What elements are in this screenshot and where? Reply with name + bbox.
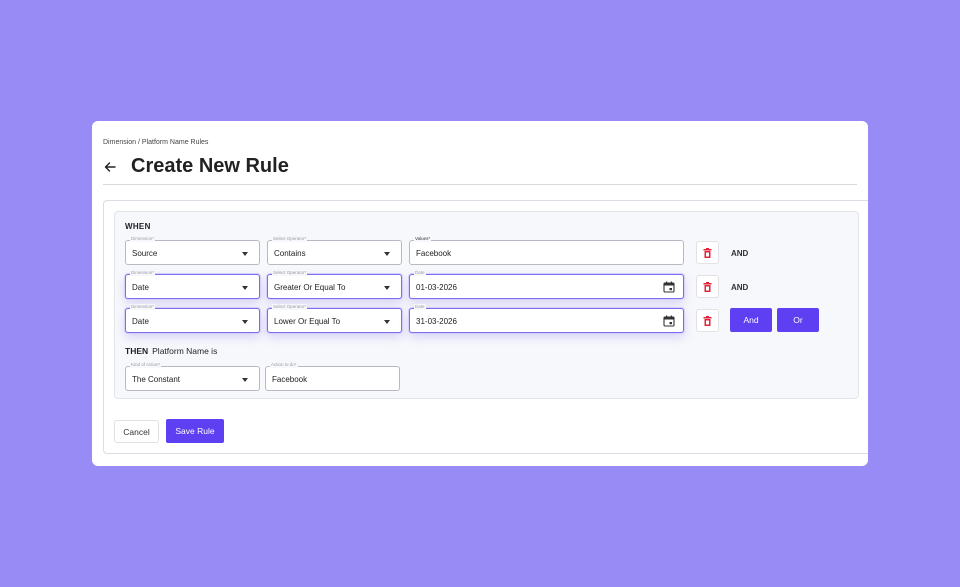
and-connector-1: AND [731, 249, 749, 258]
delete-condition-button-2[interactable] [696, 275, 719, 298]
dimension-label-1: Dimension* [130, 236, 156, 242]
operator-label-3: Select Operator* [272, 304, 308, 310]
trash-icon [703, 281, 712, 292]
operator-select-2[interactable]: Select Operator* Greater Or Equal To [267, 270, 402, 299]
trash-icon [703, 247, 712, 258]
rule-editor-card: Dimension / Platform Name Rules Create N… [92, 121, 868, 466]
calendar-icon[interactable] [663, 315, 675, 327]
then-label: THEN Platform Name is [125, 346, 217, 356]
dimension-select-1[interactable]: Dimension* Source [125, 236, 260, 265]
operator-label-1: Select Operator* [272, 236, 308, 242]
action-to-do-input[interactable]: Action to do* Facebook [265, 362, 400, 391]
operator-label-2: Select Operator* [272, 270, 308, 276]
delete-condition-button-1[interactable] [696, 241, 719, 264]
rule-form: WHEN Dimension* Source Select Operator* … [103, 200, 868, 454]
operator-select-1[interactable]: Select Operator* Contains [267, 236, 402, 265]
operator-value-3: Lower Or Equal To [274, 317, 341, 326]
dimension-value-1: Source [132, 249, 158, 258]
dimension-value-2: Date [132, 283, 149, 292]
dimension-label-3: Dimension* [130, 304, 156, 310]
caret-down-icon [242, 320, 248, 324]
operator-value-2: Greater Or Equal To [274, 283, 346, 292]
cancel-button[interactable]: Cancel [114, 420, 159, 443]
page-title: Create New Rule [131, 155, 289, 177]
and-connector-2: AND [731, 283, 749, 292]
caret-down-icon [242, 286, 248, 290]
date-value-3: 31-03-2026 [416, 317, 457, 326]
date-label-2: Date [414, 270, 426, 276]
save-rule-button[interactable]: Save Rule [166, 419, 224, 443]
action-to-do-label: Action to do* [270, 362, 298, 368]
then-keyword: THEN [125, 346, 149, 356]
date-label-3: Date [414, 304, 426, 310]
caret-down-icon [242, 378, 248, 382]
value-input-1[interactable]: Values* Facebook [409, 236, 684, 265]
value-label-1: Values* [414, 236, 432, 242]
dimension-label-2: Dimension* [130, 270, 156, 276]
kind-of-action-select[interactable]: Kind of Action* The Constant [125, 362, 260, 391]
date-input-2[interactable]: Date 01-03-2026 [409, 270, 684, 299]
dimension-select-3[interactable]: Dimension* Date [125, 304, 260, 333]
action-to-do-value: Facebook [272, 375, 308, 384]
date-value-2: 01-03-2026 [416, 283, 457, 292]
operator-value-1: Contains [274, 249, 306, 258]
operator-select-3[interactable]: Select Operator* Lower Or Equal To [267, 304, 402, 333]
rule-builder: WHEN Dimension* Source Select Operator* … [114, 211, 859, 399]
kind-of-action-label: Kind of Action* [130, 362, 162, 368]
delete-condition-button-3[interactable] [696, 309, 719, 332]
when-label: WHEN [125, 222, 151, 231]
then-text: Platform Name is [152, 346, 218, 356]
trash-icon [703, 315, 712, 326]
date-input-3[interactable]: Date 31-03-2026 [409, 304, 684, 333]
caret-down-icon [384, 320, 390, 324]
caret-down-icon [384, 252, 390, 256]
title-row: Create New Rule [103, 155, 289, 178]
caret-down-icon [242, 252, 248, 256]
add-and-button[interactable]: And [730, 308, 772, 332]
add-or-button[interactable]: Or [777, 308, 819, 332]
breadcrumb[interactable]: Dimension / Platform Name Rules [103, 139, 208, 146]
value-text-1: Facebook [416, 249, 452, 258]
dimension-value-3: Date [132, 317, 149, 326]
dimension-select-2[interactable]: Dimension* Date [125, 270, 260, 299]
kind-of-action-value: The Constant [132, 375, 181, 384]
caret-down-icon [384, 286, 390, 290]
arrow-left-icon[interactable] [103, 160, 117, 174]
calendar-icon[interactable] [663, 281, 675, 293]
title-divider [103, 184, 857, 185]
